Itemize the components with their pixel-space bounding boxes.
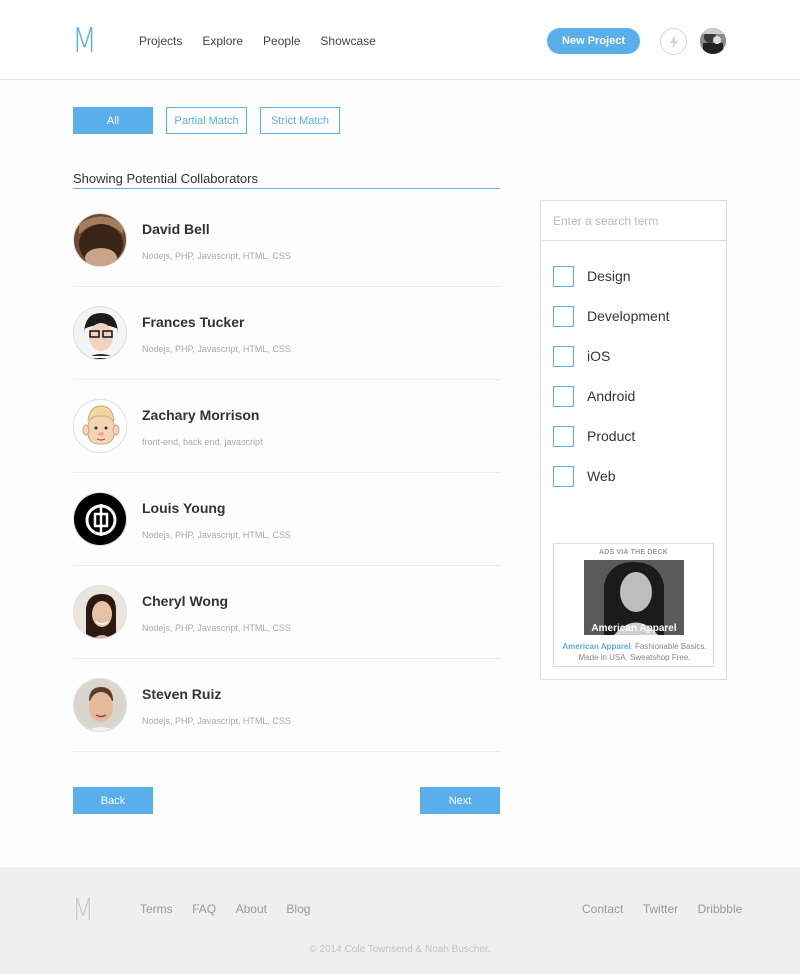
avatar[interactable] xyxy=(73,585,127,639)
footer-link-dribbble[interactable]: Dribbble xyxy=(698,902,743,916)
avatar[interactable] xyxy=(73,399,127,453)
back-button[interactable]: Back xyxy=(73,787,153,814)
footer: M Terms FAQ About Blog Contact Twitter D… xyxy=(0,867,800,974)
logo[interactable]: M xyxy=(72,24,97,58)
section-title: Showing Potential Collaborators xyxy=(73,171,500,189)
category-label: Web xyxy=(587,468,616,484)
person-skills: front-end, back end, javascript xyxy=(142,437,263,447)
footer-link-terms[interactable]: Terms xyxy=(140,902,173,916)
person-name[interactable]: Louis Young xyxy=(142,500,225,516)
nav-people[interactable]: People xyxy=(263,34,300,48)
checkbox[interactable] xyxy=(553,465,574,487)
nav-explore[interactable]: Explore xyxy=(202,34,243,48)
avatar[interactable] xyxy=(73,678,127,732)
person-name[interactable]: Cheryl Wong xyxy=(142,593,228,609)
person-skills: Nodejs, PHP, Javascript, HTML, CSS xyxy=(142,716,291,726)
ad-image-text: American Apparel xyxy=(591,623,676,634)
person-skills: Nodejs, PHP, Javascript, HTML, CSS xyxy=(142,344,291,354)
main-nav: Projects Explore People Showcase xyxy=(139,34,396,48)
filter-sidebar: Design Development iOS Android Product W… xyxy=(540,200,727,680)
next-button[interactable]: Next xyxy=(420,787,500,814)
search-input[interactable] xyxy=(541,201,726,241)
filter-partial-match-tab[interactable]: Partial Match xyxy=(166,107,247,134)
category-development[interactable]: Development xyxy=(553,305,670,327)
footer-link-twitter[interactable]: Twitter xyxy=(643,902,678,916)
list-item[interactable]: David Bell Nodejs, PHP, Javascript, HTML… xyxy=(73,194,500,287)
notifications-button[interactable] xyxy=(660,28,687,55)
ad-image[interactable]: American Apparel xyxy=(584,560,684,635)
category-product[interactable]: Product xyxy=(553,425,635,447)
list-item[interactable]: Steven Ruiz Nodejs, PHP, Javascript, HTM… xyxy=(73,659,500,752)
avatar[interactable] xyxy=(73,306,127,360)
ad-caption: American Apparel: Fashionable Basics. Ma… xyxy=(558,641,711,663)
nav-showcase[interactable]: Showcase xyxy=(320,34,375,48)
category-label: Development xyxy=(587,308,670,324)
category-label: Android xyxy=(587,388,636,404)
footer-logo[interactable]: M xyxy=(72,893,94,928)
checkbox[interactable] xyxy=(553,305,574,327)
footer-links-right: Contact Twitter Dribbble xyxy=(582,900,757,918)
ad-brand-link[interactable]: American Apparel xyxy=(562,642,630,651)
checkbox[interactable] xyxy=(553,345,574,367)
footer-links-left: Terms FAQ About Blog xyxy=(140,900,325,918)
list-item[interactable]: Louis Young Nodejs, PHP, Javascript, HTM… xyxy=(73,473,500,566)
person-name[interactable]: Steven Ruiz xyxy=(142,686,221,702)
copyright: © 2014 Cole Townsend & Noah Buscher. xyxy=(309,944,491,955)
person-skills: Nodejs, PHP, Javascript, HTML, CSS xyxy=(142,530,291,540)
category-ios[interactable]: iOS xyxy=(553,345,610,367)
footer-link-blog[interactable]: Blog xyxy=(286,902,310,916)
checkbox[interactable] xyxy=(553,385,574,407)
list-item[interactable]: Frances Tucker Nodejs, PHP, Javascript, … xyxy=(73,287,500,380)
person-skills: Nodejs, PHP, Javascript, HTML, CSS xyxy=(142,251,291,261)
lightning-icon xyxy=(669,34,678,49)
top-header: M Projects Explore People Showcase New P… xyxy=(0,0,800,80)
category-label: Product xyxy=(587,428,636,444)
ad-heading: ADS VIA THE DECK xyxy=(598,549,669,556)
sponsored-ad[interactable]: ADS VIA THE DECK American Apparel Americ… xyxy=(553,543,714,667)
checkbox[interactable] xyxy=(553,425,574,447)
footer-link-faq[interactable]: FAQ xyxy=(192,902,216,916)
person-name[interactable]: Zachary Morrison xyxy=(142,407,259,423)
nav-projects[interactable]: Projects xyxy=(139,34,182,48)
category-label: Design xyxy=(587,268,631,284)
user-avatar[interactable] xyxy=(700,28,726,54)
footer-link-about[interactable]: About xyxy=(236,902,267,916)
filter-all-tab[interactable]: All xyxy=(73,107,153,134)
checkbox[interactable] xyxy=(553,265,574,287)
collaborators-list: David Bell Nodejs, PHP, Javascript, HTML… xyxy=(73,194,500,752)
person-name[interactable]: David Bell xyxy=(142,221,210,237)
avatar[interactable] xyxy=(73,213,127,267)
new-project-button[interactable]: New Project xyxy=(547,28,640,54)
list-item[interactable]: Cheryl Wong Nodejs, PHP, Javascript, HTM… xyxy=(73,566,500,659)
person-skills: Nodejs, PHP, Javascript, HTML, CSS xyxy=(142,623,291,633)
category-web[interactable]: Web xyxy=(553,465,616,487)
category-design[interactable]: Design xyxy=(553,265,631,287)
person-name[interactable]: Frances Tucker xyxy=(142,314,244,330)
filter-strict-match-tab[interactable]: Strict Match xyxy=(260,107,340,134)
category-label: iOS xyxy=(587,348,611,364)
footer-link-contact[interactable]: Contact xyxy=(582,902,623,916)
avatar[interactable] xyxy=(73,492,127,546)
list-item[interactable]: Zachary Morrison front-end, back end, ja… xyxy=(73,380,500,473)
category-android[interactable]: Android xyxy=(553,385,635,407)
